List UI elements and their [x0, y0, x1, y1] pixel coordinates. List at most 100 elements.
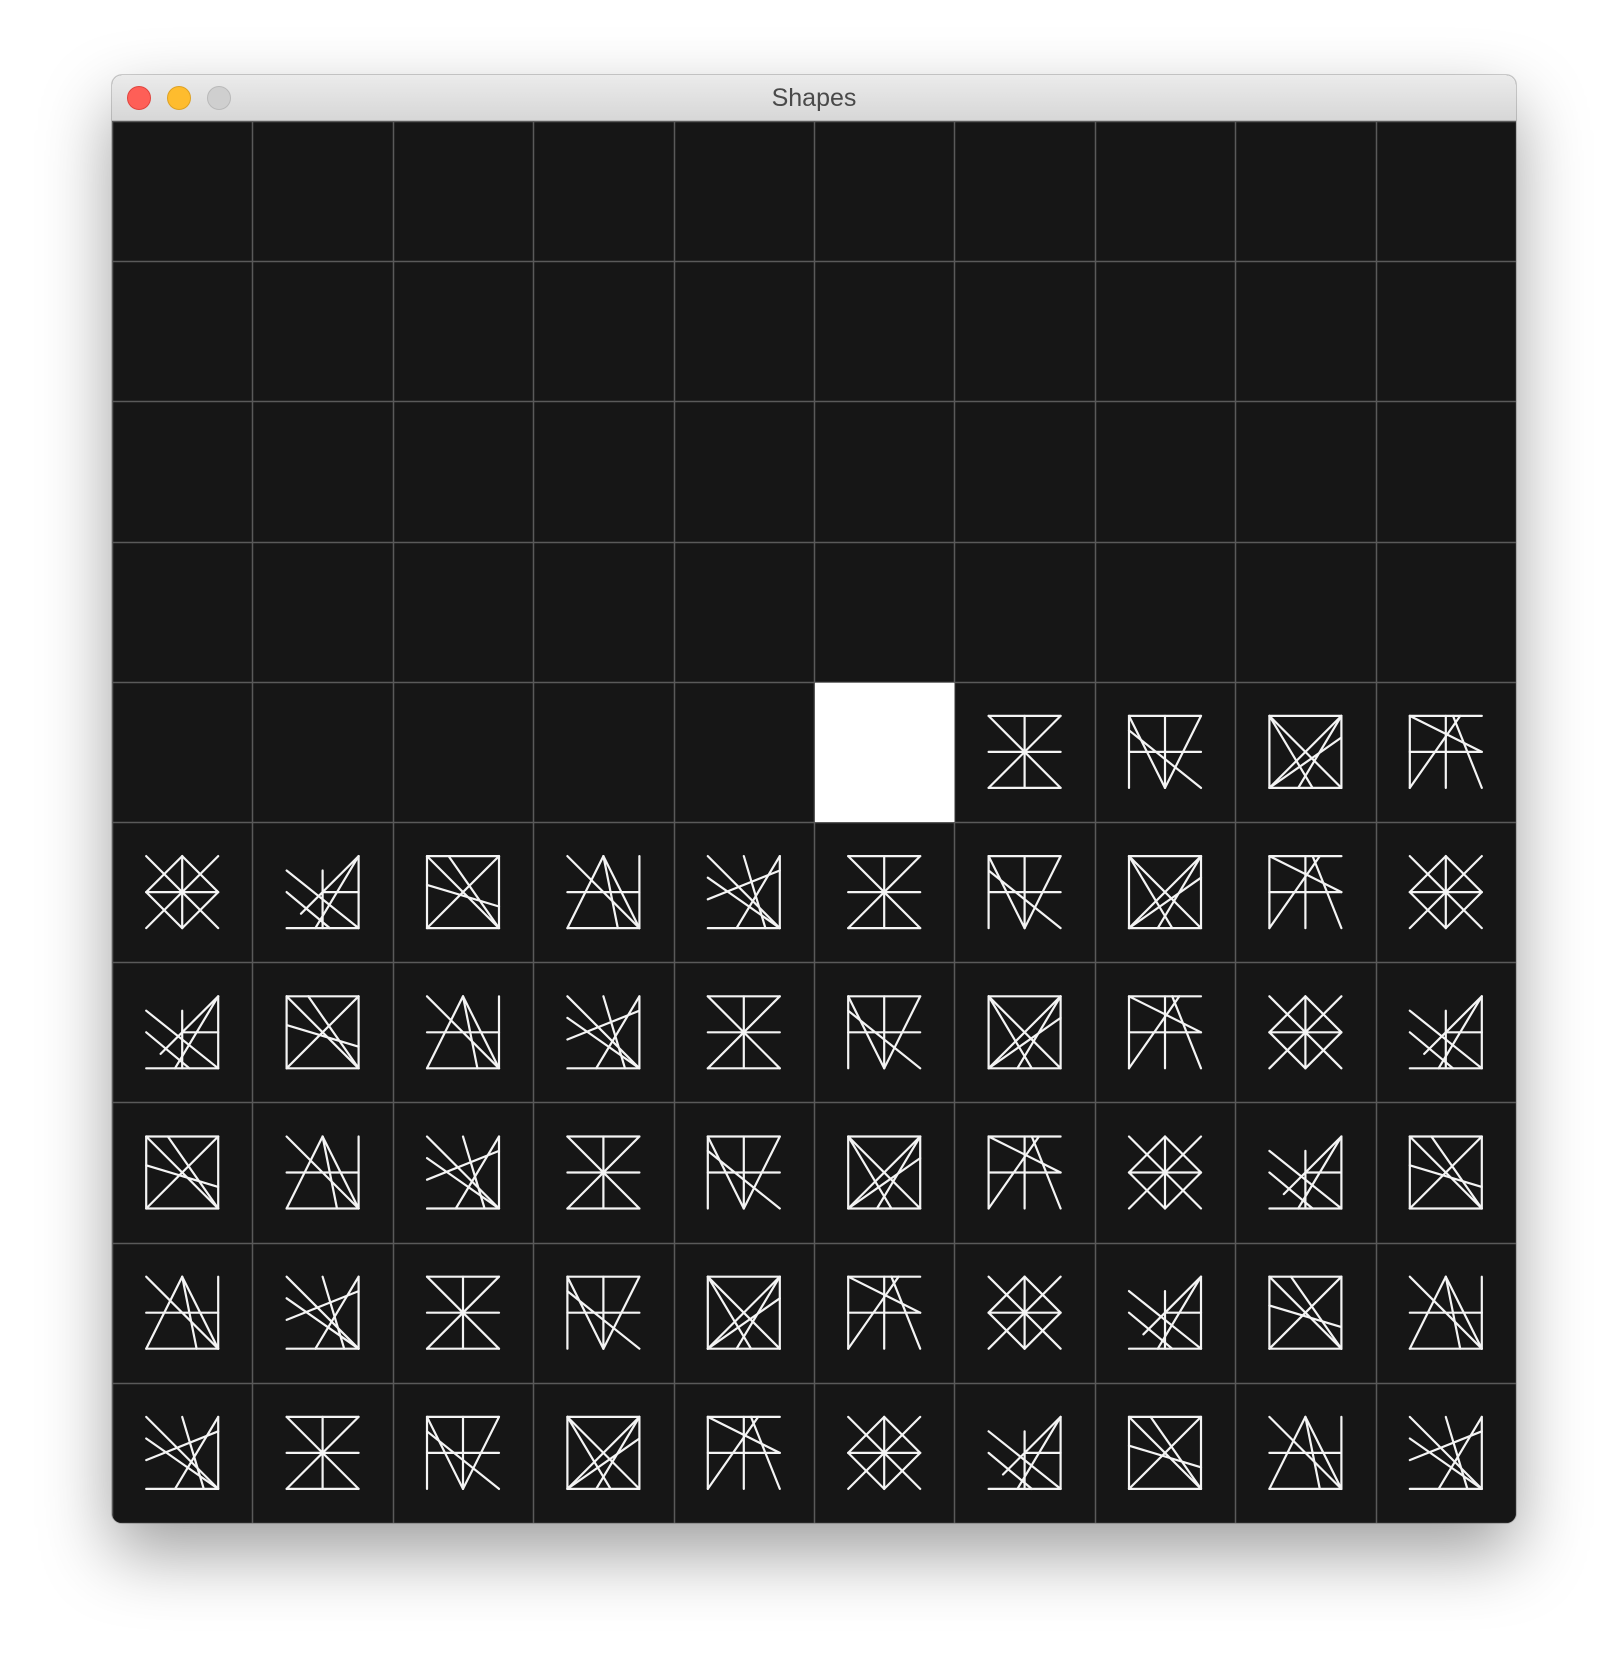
shape-f-icon[interactable] — [1127, 1275, 1203, 1350]
empty-cell[interactable] — [1377, 543, 1516, 682]
empty-cell[interactable] — [815, 543, 954, 682]
empty-cell[interactable] — [1096, 543, 1235, 682]
shape-e-icon[interactable] — [987, 1275, 1062, 1350]
empty-cell[interactable] — [675, 683, 814, 822]
empty-cell[interactable] — [1096, 262, 1235, 401]
shape-i-icon[interactable] — [566, 995, 641, 1070]
empty-cell[interactable] — [534, 122, 673, 261]
shape-d-icon[interactable] — [1268, 854, 1343, 930]
empty-cell[interactable] — [253, 683, 392, 822]
empty-cell[interactable] — [675, 543, 814, 682]
selected-cell[interactable] — [815, 682, 955, 822]
shape-e-icon[interactable] — [145, 854, 220, 930]
empty-cell[interactable] — [534, 543, 673, 682]
shape-b-icon[interactable] — [566, 1275, 641, 1350]
shape-a-icon[interactable] — [987, 714, 1062, 790]
empty-cell[interactable] — [1377, 122, 1516, 261]
shape-f-icon[interactable] — [285, 854, 360, 930]
empty-cell[interactable] — [113, 122, 252, 261]
empty-cell[interactable] — [955, 543, 1094, 682]
shape-grid-canvas[interactable] — [112, 121, 1516, 1523]
empty-cell[interactable] — [815, 262, 954, 401]
empty-cell[interactable] — [1236, 543, 1375, 682]
shape-b-icon[interactable] — [1127, 714, 1203, 790]
shape-g-icon[interactable] — [425, 854, 501, 930]
empty-cell[interactable] — [534, 262, 673, 401]
shape-g-icon[interactable] — [1408, 1135, 1483, 1210]
shape-d-icon[interactable] — [1127, 995, 1203, 1070]
shape-h-icon[interactable] — [285, 1135, 360, 1210]
shape-c-icon[interactable] — [706, 1275, 781, 1350]
shape-c-icon[interactable] — [987, 995, 1062, 1070]
shape-a-icon[interactable] — [285, 1415, 360, 1491]
shape-d-icon[interactable] — [987, 1135, 1062, 1210]
empty-cell[interactable] — [1236, 402, 1375, 541]
empty-cell[interactable] — [1096, 402, 1235, 541]
shape-c-icon[interactable] — [1268, 714, 1343, 790]
empty-cell[interactable] — [1377, 402, 1516, 541]
shape-b-icon[interactable] — [847, 995, 922, 1070]
empty-cell[interactable] — [815, 402, 954, 541]
empty-cell[interactable] — [394, 402, 533, 541]
empty-cell[interactable] — [394, 122, 533, 261]
shape-f-icon[interactable] — [1408, 995, 1483, 1070]
empty-cell[interactable] — [1096, 122, 1235, 261]
shape-f-icon[interactable] — [1268, 1135, 1343, 1210]
empty-cell[interactable] — [253, 543, 392, 682]
empty-cell[interactable] — [1236, 122, 1375, 261]
empty-cell[interactable] — [675, 122, 814, 261]
empty-cell[interactable] — [394, 262, 533, 401]
shape-i-icon[interactable] — [706, 854, 781, 930]
shape-h-icon[interactable] — [1268, 1415, 1343, 1491]
shape-h-icon[interactable] — [566, 854, 641, 930]
empty-cell[interactable] — [534, 402, 673, 541]
shape-i-icon[interactable] — [285, 1275, 360, 1350]
shape-c-icon[interactable] — [566, 1415, 641, 1491]
empty-cell[interactable] — [253, 262, 392, 401]
empty-cell[interactable] — [1377, 262, 1516, 401]
shape-d-icon[interactable] — [847, 1275, 922, 1350]
empty-cell[interactable] — [253, 122, 392, 261]
shape-d-icon[interactable] — [706, 1415, 781, 1491]
empty-cell[interactable] — [955, 262, 1094, 401]
empty-cell[interactable] — [815, 122, 954, 261]
shape-c-icon[interactable] — [1127, 854, 1203, 930]
shape-g-icon[interactable] — [1127, 1415, 1203, 1491]
shape-i-icon[interactable] — [425, 1135, 501, 1210]
shape-a-icon[interactable] — [425, 1275, 501, 1350]
shape-f-icon[interactable] — [145, 995, 220, 1070]
shape-b-icon[interactable] — [706, 1135, 781, 1210]
empty-cell[interactable] — [1236, 262, 1375, 401]
empty-cell[interactable] — [113, 262, 252, 401]
shape-a-icon[interactable] — [706, 995, 781, 1070]
shape-f-icon[interactable] — [987, 1415, 1062, 1491]
empty-cell[interactable] — [955, 122, 1094, 261]
shape-i-icon[interactable] — [145, 1415, 220, 1491]
empty-cell[interactable] — [675, 402, 814, 541]
empty-cell[interactable] — [113, 683, 252, 822]
shape-e-icon[interactable] — [847, 1415, 922, 1491]
shape-c-icon[interactable] — [847, 1135, 922, 1210]
shape-e-icon[interactable] — [1408, 854, 1483, 930]
shape-e-icon[interactable] — [1127, 1135, 1203, 1210]
title-bar[interactable]: Shapes — [112, 75, 1516, 121]
shape-d-icon[interactable] — [1408, 714, 1483, 790]
shape-g-icon[interactable] — [145, 1135, 220, 1210]
shape-h-icon[interactable] — [425, 995, 501, 1070]
shape-g-icon[interactable] — [1268, 1275, 1343, 1350]
shape-grid[interactable] — [112, 121, 1516, 1523]
empty-cell[interactable] — [253, 402, 392, 541]
shape-i-icon[interactable] — [1408, 1415, 1483, 1491]
empty-cell[interactable] — [675, 262, 814, 401]
empty-cell[interactable] — [394, 543, 533, 682]
empty-cell[interactable] — [534, 683, 673, 822]
shape-g-icon[interactable] — [285, 995, 360, 1070]
shape-e-icon[interactable] — [1268, 995, 1343, 1070]
empty-cell[interactable] — [113, 402, 252, 541]
shape-h-icon[interactable] — [1408, 1275, 1483, 1350]
empty-cell[interactable] — [955, 402, 1094, 541]
shape-b-icon[interactable] — [987, 854, 1062, 930]
empty-cell[interactable] — [394, 683, 533, 822]
shape-h-icon[interactable] — [145, 1275, 220, 1350]
shape-a-icon[interactable] — [847, 854, 922, 930]
